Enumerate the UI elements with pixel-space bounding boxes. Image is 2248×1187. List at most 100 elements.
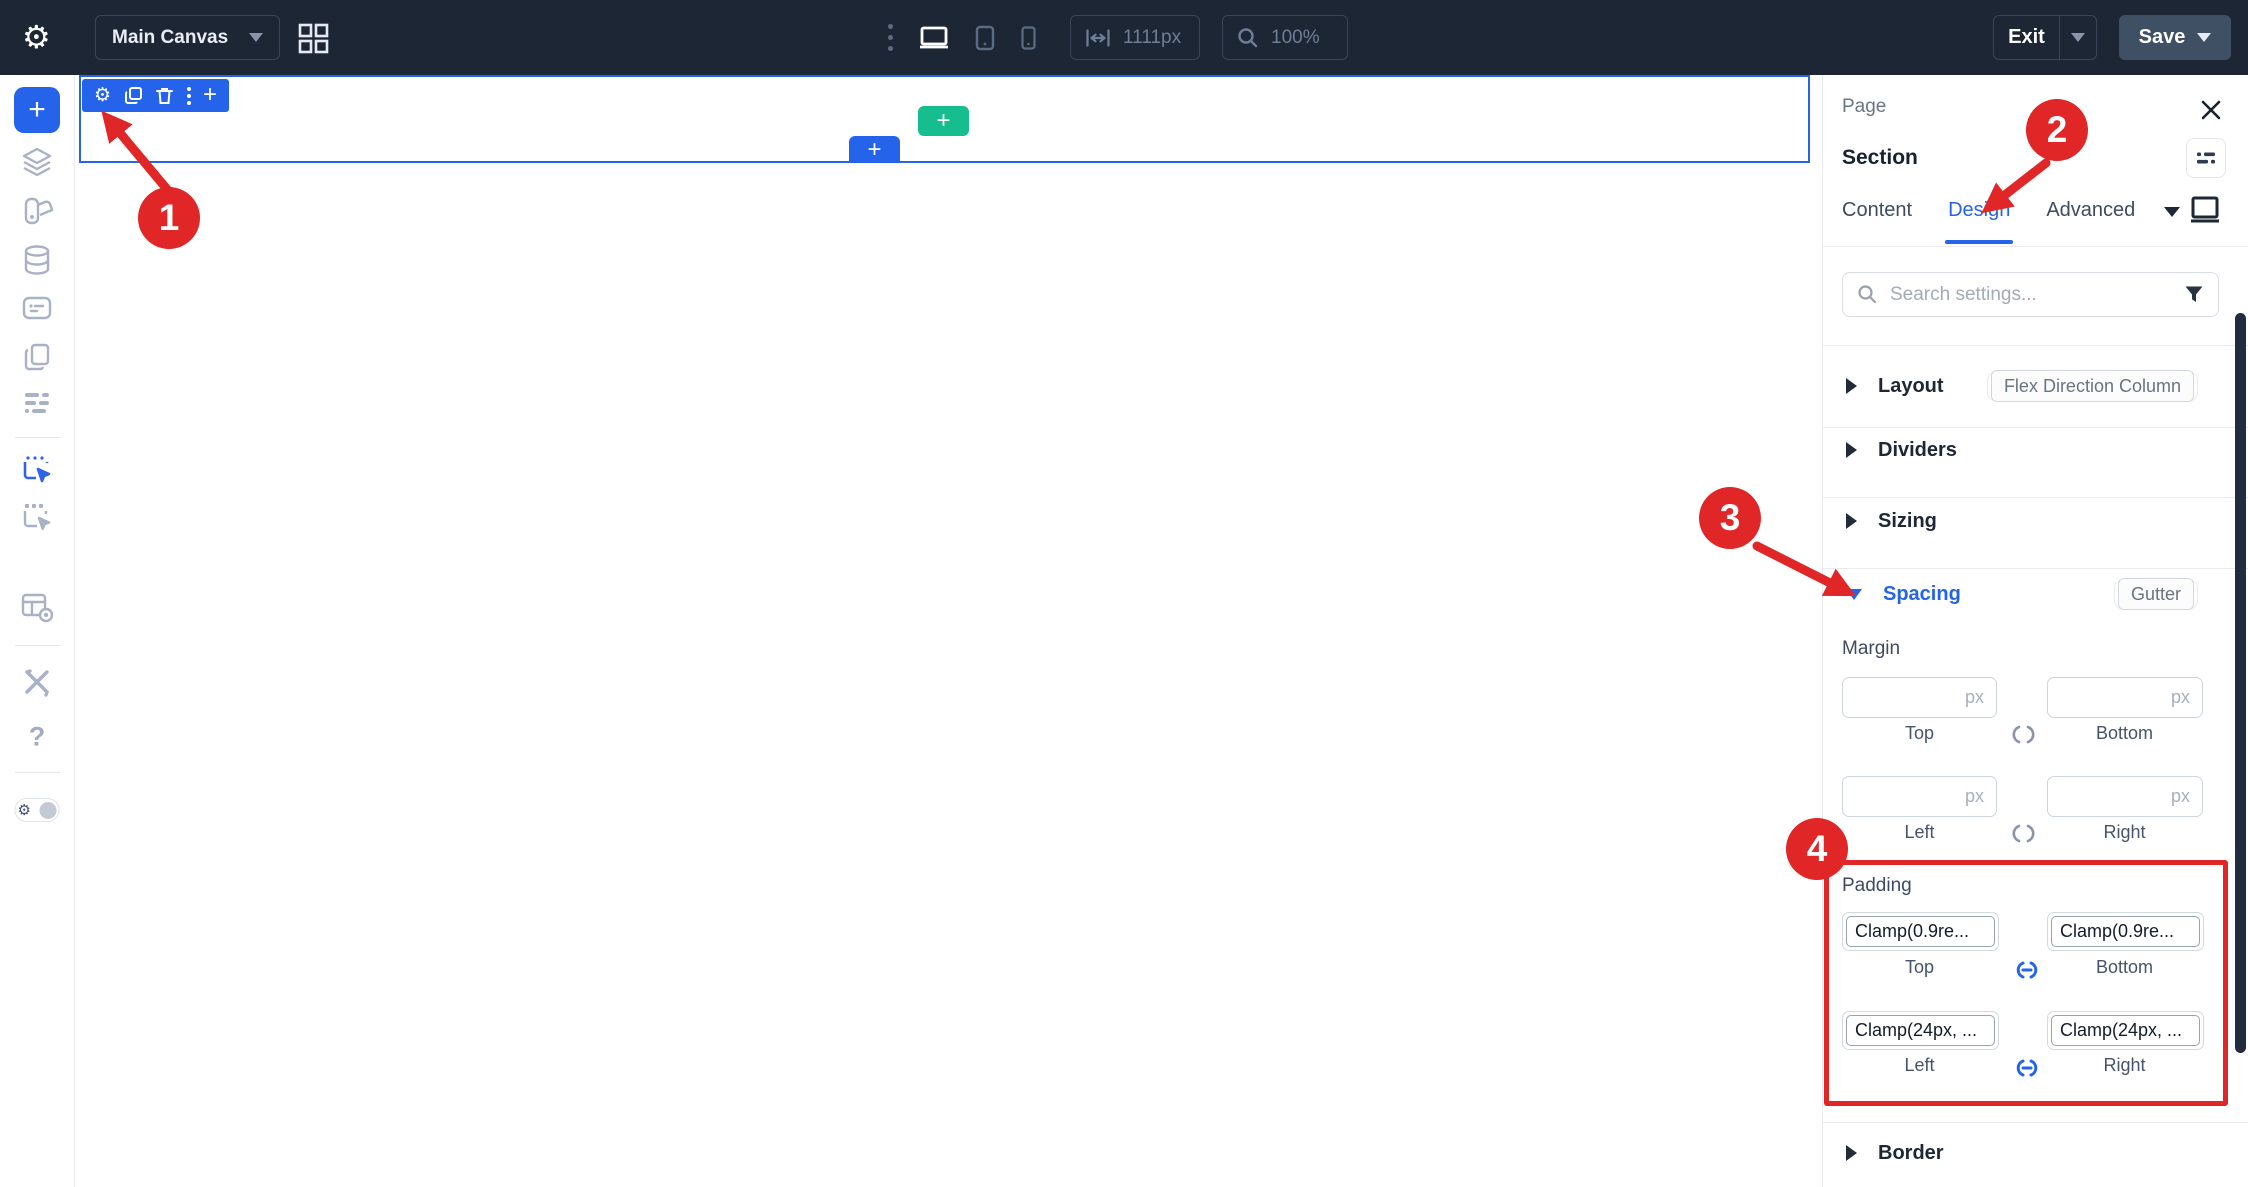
margin-top-label: Top	[1842, 723, 1997, 744]
canvas-selector-label: Main Canvas	[112, 27, 228, 49]
element-add-icon[interactable]: +	[203, 83, 217, 107]
zoom-control[interactable]: 100%	[1222, 15, 1348, 60]
save-button-label: Save	[2139, 26, 2186, 49]
caret-right-icon	[1846, 513, 1857, 529]
toggle-gear-icon: ⚙	[18, 803, 31, 818]
caret-right-icon	[1846, 1145, 1857, 1161]
device-tablet-icon[interactable]	[975, 25, 995, 51]
design-library-icon[interactable]	[20, 195, 54, 229]
grid-view-icon[interactable]	[298, 23, 329, 54]
builder-app: ⚙ Main Canvas	[0, 0, 2248, 1187]
copy-pages-icon[interactable]	[20, 340, 54, 374]
caret-down-icon	[1846, 589, 1862, 600]
duplicate-icon[interactable]	[124, 86, 143, 105]
device-switcher	[888, 0, 1036, 75]
more-options-icon[interactable]	[888, 24, 893, 51]
margin-right-input[interactable]	[2047, 776, 2203, 817]
add-inside-section-button[interactable]: +	[849, 136, 900, 163]
tab-content[interactable]: Content	[1842, 199, 1912, 222]
select-element-icon[interactable]	[20, 453, 54, 487]
gutter-badge[interactable]: Gutter	[2114, 580, 2198, 609]
wireframe-rows-icon[interactable]	[20, 388, 54, 418]
accordion-border[interactable]: Border	[1823, 1131, 2248, 1175]
search-settings-box	[1842, 272, 2219, 317]
canvas-selector-dropdown[interactable]: Main Canvas	[95, 15, 280, 60]
margin-bottom-label: Bottom	[2047, 723, 2202, 744]
toggle-knob	[40, 802, 57, 819]
annotation-step-3: 3	[1699, 487, 1761, 549]
element-more-icon[interactable]	[187, 87, 191, 105]
form-field-icon[interactable]	[20, 291, 54, 325]
accordion-dividers[interactable]: Dividers	[1823, 428, 2248, 472]
annotation-highlight-rect	[1824, 860, 2228, 1106]
device-desktop-icon[interactable]	[919, 25, 949, 51]
unlink-icon[interactable]	[2008, 823, 2039, 844]
tab-advanced[interactable]: Advanced	[2046, 199, 2135, 222]
width-arrows-icon	[1085, 28, 1111, 48]
accordion-label: Dividers	[1878, 439, 1957, 462]
tools-icon[interactable]	[21, 666, 53, 698]
delete-icon[interactable]	[155, 86, 174, 105]
zoom-level-value: 100%	[1271, 27, 1320, 49]
chevron-down-icon	[2197, 33, 2211, 42]
breakpoint-desktop-icon[interactable]	[2189, 195, 2221, 225]
panel-scrollbar[interactable]	[2235, 313, 2246, 1053]
layout-badge[interactable]: Flex Direction Column	[1987, 372, 2198, 401]
accordion-label: Layout	[1878, 375, 1944, 398]
divider	[1823, 568, 2248, 569]
accordion-sizing[interactable]: Sizing	[1823, 499, 2248, 543]
database-icon[interactable]	[20, 243, 54, 277]
editor-canvas[interactable]: ⚙ + + +	[75, 75, 1822, 1187]
help-icon[interactable]: ?	[29, 722, 46, 753]
element-settings-icon[interactable]: ⚙	[94, 86, 111, 105]
chevron-down-icon[interactable]	[2164, 207, 2180, 217]
close-icon[interactable]	[2198, 97, 2224, 123]
annotation-step-2: 2	[2026, 99, 2088, 161]
chevron-down-icon	[249, 33, 263, 42]
caret-right-icon	[1846, 442, 1857, 458]
page-settings-icon[interactable]	[19, 590, 55, 624]
left-sidebar: +	[0, 75, 75, 1187]
search-input[interactable]	[1888, 283, 2174, 307]
filter-icon[interactable]	[2184, 285, 2204, 305]
margin-left-input[interactable]	[1842, 776, 1997, 817]
layers-icon[interactable]	[20, 145, 54, 179]
divider	[15, 772, 60, 773]
divider	[1823, 345, 2248, 346]
annotation-step-1: 1	[138, 187, 200, 249]
viewport-width-input[interactable]: 1111px	[1070, 15, 1200, 60]
panel-tabs: Content Design Advanced	[1842, 199, 2135, 222]
active-tab-underline	[1945, 240, 2013, 244]
divider	[15, 645, 60, 646]
accordion-spacing[interactable]: Spacing Gutter	[1823, 572, 2248, 616]
exit-options-button[interactable]	[2060, 33, 2096, 42]
element-toolbar: ⚙ +	[82, 79, 229, 112]
divider	[1823, 1122, 2248, 1123]
accordion-layout[interactable]: Layout Flex Direction Column	[1823, 364, 2248, 408]
chevron-down-icon	[2071, 33, 2085, 42]
margin-top-input[interactable]	[1842, 677, 1997, 718]
viewport-width-value: 1111px	[1123, 27, 1181, 49]
search-icon	[1857, 284, 1878, 305]
accordion-label: Spacing	[1883, 583, 1961, 606]
select-container-icon[interactable]	[20, 501, 54, 535]
divider	[1823, 246, 2248, 247]
margin-bottom-input[interactable]	[2047, 677, 2203, 718]
element-structure-button[interactable]	[2186, 138, 2226, 178]
mode-toggle[interactable]: ⚙	[15, 798, 60, 822]
device-mobile-icon[interactable]	[1021, 26, 1036, 50]
add-section-button[interactable]: +	[918, 106, 969, 136]
save-button[interactable]: Save	[2119, 15, 2231, 60]
tab-design[interactable]: Design	[1948, 199, 2010, 222]
margin-left-label: Left	[1842, 822, 1997, 843]
caret-right-icon	[1846, 378, 1857, 394]
zoom-lens-icon	[1237, 27, 1259, 49]
add-element-button[interactable]: +	[14, 87, 60, 133]
exit-button[interactable]: Exit	[1994, 26, 2059, 49]
breadcrumb[interactable]: Page	[1842, 96, 1886, 118]
accordion-label: Sizing	[1878, 510, 1937, 533]
settings-gear-icon[interactable]: ⚙	[22, 18, 51, 56]
margin-title: Margin	[1842, 638, 1900, 660]
divider	[1823, 497, 2248, 498]
unlink-icon[interactable]	[2008, 724, 2039, 745]
